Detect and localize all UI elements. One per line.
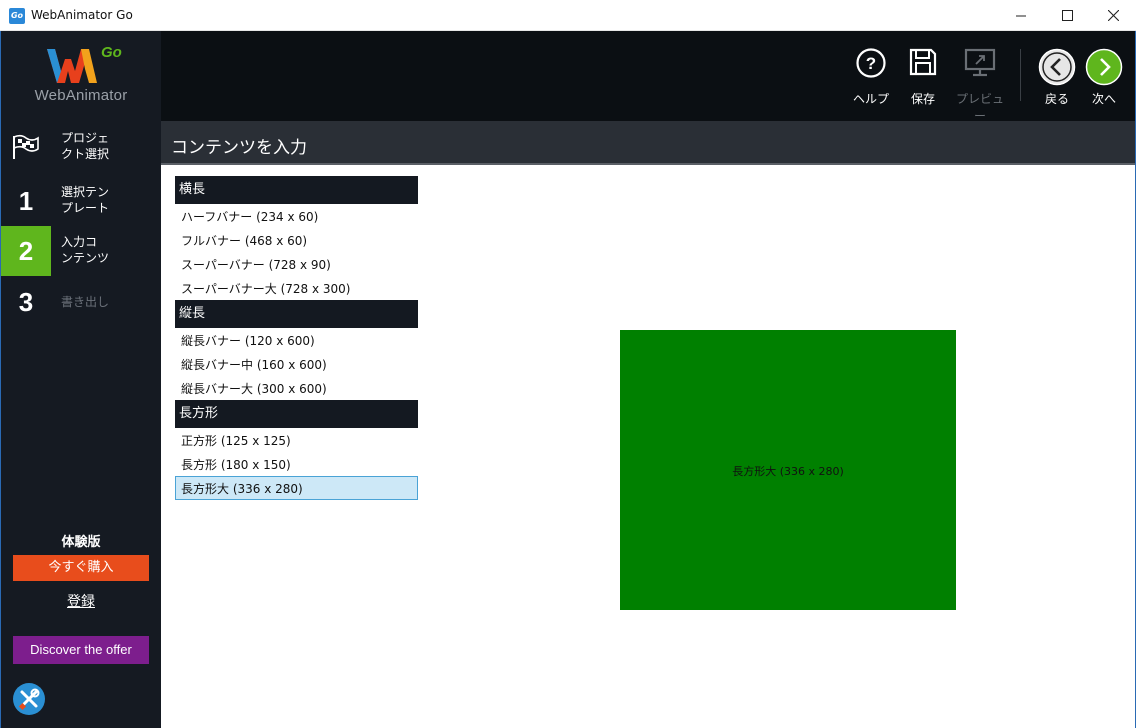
step-label: 選択テン プレート xyxy=(61,185,110,215)
toolbar-separator xyxy=(1020,49,1021,101)
svg-text:?: ? xyxy=(866,54,876,73)
preview-label: プレビュー xyxy=(955,92,1004,123)
content-area: 横長 ハーフバナー (234 x 60) フルバナー (468 x 60) スー… xyxy=(161,167,1135,727)
page-title: コンテンツを入力 xyxy=(171,138,307,158)
monitor-preview-icon xyxy=(964,48,996,77)
category-header-portrait: 縦長 xyxy=(175,300,418,328)
step-number: 1 xyxy=(18,186,34,216)
list-item[interactable]: スーパーバナー (728 x 90) xyxy=(175,252,418,276)
title-bar: Go WebAnimator Go xyxy=(0,0,1136,31)
minimize-icon xyxy=(1016,15,1026,16)
help-button[interactable]: ? ヘルプ xyxy=(851,31,891,121)
list-item[interactable]: 縦長バナー (120 x 600) xyxy=(175,328,418,352)
back-label: 戻る xyxy=(1044,92,1069,106)
tools-icon[interactable] xyxy=(13,683,45,715)
banner-preview: 長方形大 (336 x 280) xyxy=(620,330,956,610)
window-title: WebAnimator Go xyxy=(31,8,133,22)
step-export[interactable]: 3 書き出し xyxy=(1,277,161,327)
step-input-content[interactable]: 2 入力コ ンテンツ xyxy=(1,226,161,276)
save-button[interactable]: 保存 xyxy=(903,31,943,121)
flag-icon xyxy=(13,134,39,159)
app-logo: Go WebAnimator xyxy=(1,31,161,121)
step-project-select[interactable]: プロジェ クト選択 xyxy=(1,122,161,172)
step-label: プロジェ クト選択 xyxy=(61,131,110,161)
next-button[interactable]: 次へ xyxy=(1084,31,1124,121)
list-item[interactable]: スーパーバナー大 (728 x 300) xyxy=(175,276,418,300)
help-icon: ? xyxy=(856,48,886,78)
step-label: 入力コ ンテンツ xyxy=(61,235,110,265)
discover-offer-button[interactable]: Discover the offer xyxy=(13,636,149,664)
svg-text:Go: Go xyxy=(101,44,122,61)
step-number: 2 xyxy=(1,226,51,276)
list-item-selected[interactable]: 長方形大 (336 x 280) xyxy=(175,476,418,500)
maximize-icon xyxy=(1061,10,1073,21)
trial-label: 体験版 xyxy=(61,535,101,550)
app-icon: Go xyxy=(9,8,25,24)
list-item[interactable]: 長方形 (180 x 150) xyxy=(175,452,418,476)
preview-button[interactable]: プレビュー xyxy=(955,31,1005,123)
preview-size-label: 長方形大 (336 x 280) xyxy=(732,465,844,478)
list-item[interactable]: 縦長バナー中 (160 x 600) xyxy=(175,352,418,376)
logo-name: WebAnimator xyxy=(34,87,128,104)
next-label: 次へ xyxy=(1091,92,1116,106)
format-list: 横長 ハーフバナー (234 x 60) フルバナー (468 x 60) スー… xyxy=(175,176,418,500)
category-header-rectangle: 長方形 xyxy=(175,400,418,428)
register-link[interactable]: 登録 xyxy=(1,591,161,611)
section-header: コンテンツを入力 xyxy=(161,121,1135,165)
buy-now-button[interactable]: 今すぐ購入 xyxy=(13,555,149,581)
step-template-select[interactable]: 1 選択テン プレート xyxy=(1,176,161,226)
help-label: ヘルプ xyxy=(852,92,889,106)
save-label: 保存 xyxy=(910,92,935,106)
back-button[interactable]: 戻る xyxy=(1037,31,1077,121)
category-header-landscape: 横長 xyxy=(175,176,418,204)
close-icon xyxy=(1107,10,1119,21)
toolbar: ? ヘルプ 保存 プレビュー 戻る 次へ xyxy=(161,31,1135,123)
wrench-screwdriver-icon xyxy=(18,688,40,711)
back-arrow-icon xyxy=(1038,48,1076,86)
list-item[interactable]: フルバナー (468 x 60) xyxy=(175,228,418,252)
minimize-button[interactable] xyxy=(998,0,1044,31)
close-button[interactable] xyxy=(1090,0,1136,31)
step-label: 書き出し xyxy=(61,295,110,309)
sidebar: Go WebAnimator プロジェ クト選択 1 選択テン プレート 2 入… xyxy=(1,31,161,728)
next-arrow-icon xyxy=(1085,48,1123,86)
save-icon xyxy=(909,48,937,76)
step-number: 3 xyxy=(18,287,34,317)
list-item[interactable]: 縦長バナー大 (300 x 600) xyxy=(175,376,418,400)
list-item[interactable]: ハーフバナー (234 x 60) xyxy=(175,204,418,228)
maximize-button[interactable] xyxy=(1044,0,1090,31)
webanimator-logo-icon: Go xyxy=(47,44,122,83)
list-item[interactable]: 正方形 (125 x 125) xyxy=(175,428,418,452)
